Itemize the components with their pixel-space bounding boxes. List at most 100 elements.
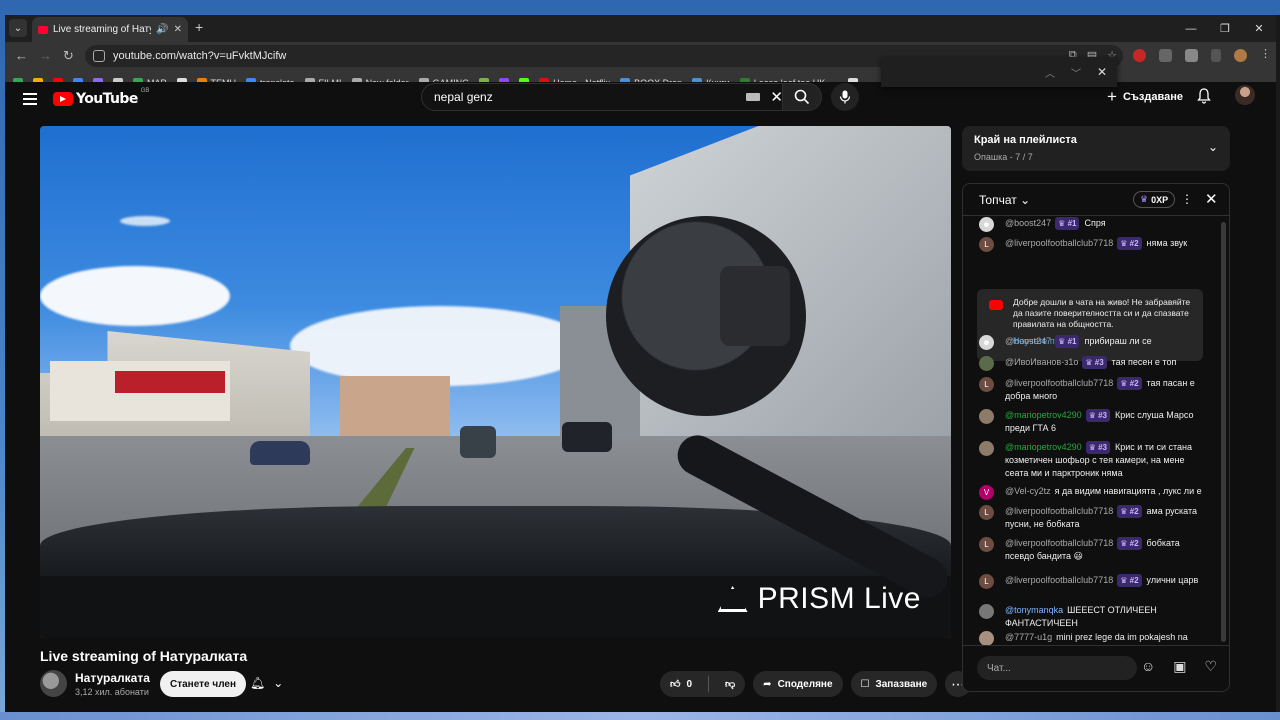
chat-author[interactable]: @ИвоИванов-з1о [1005,357,1078,367]
chat-author[interactable]: @mariopetrov4290 [1005,442,1082,452]
dislike-button[interactable]: 👎︎ [715,671,745,697]
playlist-panel[interactable]: Край на плейлиста Опашка - 7 / 7 ⌄ [962,126,1230,171]
chat-author[interactable]: @liverpoolfootballclub7718 [1005,378,1113,388]
reload-icon[interactable]: ↻ [63,48,74,64]
chat-author[interactable]: @tonymanqka [1005,605,1063,615]
forward-arrow-icon[interactable]: → [39,48,52,63]
chat-avatar[interactable]: L [979,574,994,589]
chat-avatar[interactable]: ☻ [979,335,994,350]
chat-text: прибираш ли се [1084,336,1152,346]
tab-search-icon[interactable]: ⌄ [9,19,27,37]
logo-text: YouTube [76,91,138,107]
chat-author[interactable]: @boost247 [1005,336,1051,346]
subscribe-notifications-button[interactable]: 🔔︎ ⌄ [250,676,283,690]
chat-avatar[interactable] [979,356,994,371]
super-chat-icon[interactable]: ▣ [1173,658,1186,675]
share-button[interactable]: ➦ Споделяне [753,671,843,697]
restore-icon[interactable]: ❐ [1208,15,1242,42]
notifications-button[interactable] [1197,88,1211,107]
chat-avatar[interactable]: L [979,505,994,520]
heart-icon[interactable]: ♡ [1205,658,1218,675]
video-player[interactable]: PRISM Live [40,126,951,638]
media-queue-icon[interactable] [1211,49,1221,62]
chat-messages[interactable]: Добре дошли в чата на живо! Не забравяйт… [963,217,1229,645]
find-next-icon[interactable]: ﹀ [1071,65,1081,80]
chat-author[interactable]: @liverpoolfootballclub7718 [1005,238,1113,248]
close-tab-icon[interactable]: ✕ [174,24,182,35]
channel-name[interactable]: Натуралката [75,671,150,685]
chat-avatar[interactable] [979,409,994,424]
puzzle-extensions-icon[interactable] [1185,49,1198,62]
channel-avatar[interactable] [40,670,67,697]
channel-info[interactable]: Натуралката 3,12 хил. абонати [40,670,150,697]
chat-message[interactable]: @mariopetrov4290 ♛ #3 Крис и ти си стана к… [979,441,1209,480]
extension-icon[interactable] [1133,49,1146,62]
chat-input[interactable]: Чат... [977,656,1137,680]
search-input[interactable]: nepal genz [434,90,746,104]
chat-message[interactable]: @mariopetrov4290 ♛ #3 Крис слуша Марсо пре… [979,409,1209,435]
voice-search-button[interactable] [831,83,859,111]
rank-badge-text: #2 [1129,539,1139,548]
back-arrow-icon[interactable]: ← [15,48,28,63]
crown-icon: ♛ [1088,411,1099,420]
browser-menu-icon[interactable]: ⋮ [1260,49,1273,62]
chat-message[interactable]: L @liverpoolfootballclub7718 ♛ #2 тая пасан… [979,377,1209,403]
search-button[interactable] [782,83,822,111]
emoji-icon[interactable]: ☺ [1141,658,1155,675]
find-previous-icon[interactable]: ︿ [1045,65,1055,80]
cloud [290,306,590,386]
save-button[interactable]: ☐ Запазване [850,671,938,697]
chat-avatar[interactable]: L [979,237,994,252]
save-label: Запазване [875,678,928,690]
chat-message[interactable]: @tonymanqka ШЕЕЕСТ ОТЛИЧЕЕН ФАНТАСТИЧЕЕН [979,604,1209,630]
keyboard-icon[interactable] [746,93,761,101]
chat-scrollbar[interactable] [1221,222,1226,642]
like-button[interactable]: 👍︎ 0 [660,671,702,697]
close-window-icon[interactable]: ✕ [1242,15,1276,42]
account-avatar[interactable] [1235,85,1255,105]
chat-message[interactable]: @ИвоИванов-з1о ♛ #3 тая песен е топ [979,356,1209,371]
create-button[interactable]: + Създаване [1107,87,1183,107]
chat-avatar[interactable]: ☻ [979,217,994,232]
youtube-logo[interactable]: YouTube GB [53,88,149,107]
minimize-icon[interactable]: — [1174,15,1208,42]
chat-author[interactable]: @liverpoolfootballclub7718 [1005,506,1113,516]
chat-message[interactable]: L @liverpoolfootballclub7718 ♛ #2 бобката п… [979,537,1209,563]
find-close-icon[interactable]: ✕ [1097,65,1107,79]
chat-message[interactable]: ☻ @boost247 ♛ #1 прибираш ли се [979,335,1209,350]
chat-message[interactable]: @7777-u1g mini prez lege da im pokajesh n… [979,631,1209,645]
tab-youtube[interactable]: Live streaming of Натуралка 🔊 ✕ [32,17,188,42]
close-chat-icon[interactable]: ✕ [1205,190,1218,208]
chat-avatar[interactable] [979,441,994,456]
site-info-icon[interactable] [93,50,105,62]
chat-mode-dropdown[interactable]: Топчат ⌄ [979,193,1030,207]
chat-author[interactable]: @liverpoolfootballclub7718 [1005,575,1113,585]
expand-playlist-icon[interactable]: ⌄ [1208,140,1218,154]
rank-badge-text: #2 [1129,576,1139,585]
new-tab-button[interactable]: + [195,19,203,35]
chat-avatar[interactable]: V [979,485,994,500]
chat-avatar[interactable] [979,604,994,619]
chat-message[interactable]: ☻ @boost247 ♛ #1 Спря [979,217,1209,232]
pen-extension-icon[interactable] [1159,49,1172,62]
speaker-icon[interactable]: 🔊 [156,24,168,35]
chat-options-icon[interactable]: ⋮ [1181,192,1193,206]
chat-message[interactable]: L @liverpoolfootballclub7718 ♛ #2 улични ца… [979,574,1209,589]
chat-author[interactable]: @boost247 [1005,218,1051,228]
chat-message[interactable]: L @liverpoolfootballclub7718 ♛ #2 ама руска… [979,505,1209,531]
chat-author[interactable]: @mariopetrov4290 [1005,410,1082,420]
search-box[interactable]: nepal genz ✕ [421,83,792,111]
menu-icon[interactable] [23,93,37,105]
chat-author[interactable]: @Vel-cy2tz [1005,486,1051,496]
chat-avatar[interactable]: L [979,377,994,392]
chat-author[interactable]: @7777-u1g [1005,632,1052,642]
chat-avatar[interactable]: L [979,537,994,552]
join-button[interactable]: Станете член [160,671,247,697]
chat-avatar[interactable] [979,631,994,645]
rank-badge: ♛ #3 [1082,356,1107,369]
xp-badge[interactable]: ♛ 0XP [1133,191,1176,208]
chat-message[interactable]: L @liverpoolfootballclub7718 ♛ #2 няма звук [979,237,1209,252]
chat-author[interactable]: @liverpoolfootballclub7718 [1005,538,1113,548]
chat-message[interactable]: V @Vel-cy2tz я да видим навигацията , лукс… [979,485,1209,500]
profile-avatar-icon[interactable] [1234,49,1247,62]
